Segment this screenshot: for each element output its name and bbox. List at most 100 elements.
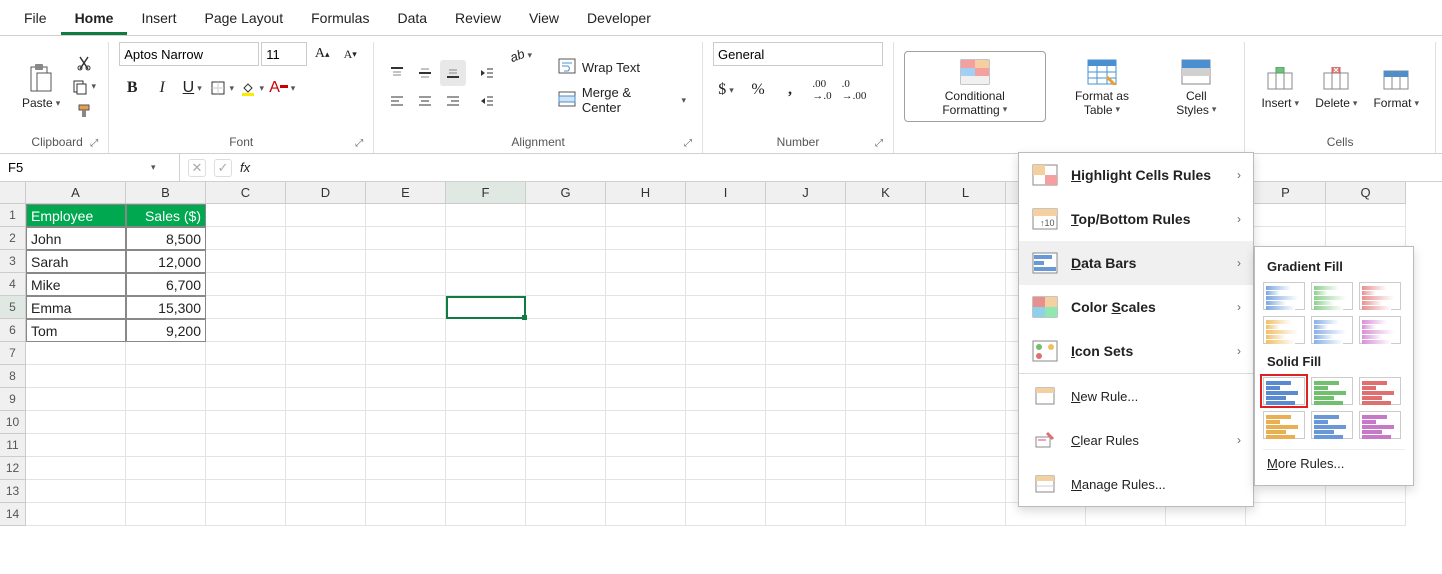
cell-F12[interactable] xyxy=(446,457,526,480)
cf-top-bottom-rules[interactable]: ↑10 Top/Bottom Rules › xyxy=(1019,197,1253,241)
cell-A8[interactable] xyxy=(26,365,126,388)
cell-P1[interactable] xyxy=(1246,204,1326,227)
cell-C13[interactable] xyxy=(206,480,286,503)
cf-new-rule[interactable]: New Rule... xyxy=(1019,374,1253,418)
cell-C1[interactable] xyxy=(206,204,286,227)
cell-J13[interactable] xyxy=(766,480,846,503)
cell-K2[interactable] xyxy=(846,227,926,250)
row-header-2[interactable]: 2 xyxy=(0,227,26,250)
cell-A2[interactable]: John xyxy=(26,227,126,250)
cell-D3[interactable] xyxy=(286,250,366,273)
cell-J14[interactable] xyxy=(766,503,846,526)
cf-color-scales[interactable]: Color Scales › xyxy=(1019,285,1253,329)
cell-J6[interactable] xyxy=(766,319,846,342)
conditional-formatting-button[interactable]: Conditional Formatting▾ xyxy=(904,51,1046,121)
cell-B11[interactable] xyxy=(126,434,206,457)
cell-D13[interactable] xyxy=(286,480,366,503)
cell-D7[interactable] xyxy=(286,342,366,365)
cell-I6[interactable] xyxy=(686,319,766,342)
cell-C3[interactable] xyxy=(206,250,286,273)
cell-A3[interactable]: Sarah xyxy=(26,250,126,273)
row-header-13[interactable]: 13 xyxy=(0,480,26,503)
col-header-Q[interactable]: Q xyxy=(1326,182,1406,204)
row-header-5[interactable]: 5 xyxy=(0,296,26,319)
decrease-decimal-button[interactable]: .0→.00 xyxy=(841,78,867,102)
cell-E12[interactable] xyxy=(366,457,446,480)
col-header-F[interactable]: F xyxy=(446,182,526,204)
cell-E13[interactable] xyxy=(366,480,446,503)
increase-font-button[interactable]: A▴ xyxy=(309,42,335,66)
data-bar-swatch[interactable] xyxy=(1359,316,1401,344)
cell-H12[interactable] xyxy=(606,457,686,480)
cell-H9[interactable] xyxy=(606,388,686,411)
tab-developer[interactable]: Developer xyxy=(573,4,665,35)
cell-K7[interactable] xyxy=(846,342,926,365)
cell-F5[interactable] xyxy=(446,296,526,319)
cell-I13[interactable] xyxy=(686,480,766,503)
cell-I4[interactable] xyxy=(686,273,766,296)
cell-E2[interactable] xyxy=(366,227,446,250)
cell-L8[interactable] xyxy=(926,365,1006,388)
cell-D14[interactable] xyxy=(286,503,366,526)
cell-F7[interactable] xyxy=(446,342,526,365)
cell-B13[interactable] xyxy=(126,480,206,503)
cell-K6[interactable] xyxy=(846,319,926,342)
cancel-formula-button[interactable]: ✕ xyxy=(188,159,206,177)
tab-file[interactable]: File xyxy=(10,4,61,35)
font-size-select[interactable] xyxy=(261,42,307,66)
col-header-I[interactable]: I xyxy=(686,182,766,204)
cell-B1[interactable]: Sales ($) xyxy=(126,204,206,227)
row-header-8[interactable]: 8 xyxy=(0,365,26,388)
decrease-font-button[interactable]: A▾ xyxy=(337,42,363,66)
wrap-text-button[interactable]: Wrap Text xyxy=(552,56,692,79)
percent-button[interactable]: % xyxy=(745,78,771,102)
cell-E14[interactable] xyxy=(366,503,446,526)
cell-styles-button[interactable]: Cell Styles▾ xyxy=(1158,52,1234,120)
format-painter-button[interactable] xyxy=(70,100,98,122)
row-header-7[interactable]: 7 xyxy=(0,342,26,365)
cell-B8[interactable] xyxy=(126,365,206,388)
col-header-H[interactable]: H xyxy=(606,182,686,204)
cell-L2[interactable] xyxy=(926,227,1006,250)
increase-decimal-button[interactable]: .00→.0 xyxy=(809,78,835,102)
cell-I7[interactable] xyxy=(686,342,766,365)
tab-home[interactable]: Home xyxy=(61,4,128,35)
cell-A10[interactable] xyxy=(26,411,126,434)
cell-J7[interactable] xyxy=(766,342,846,365)
cell-J10[interactable] xyxy=(766,411,846,434)
increase-indent-button[interactable] xyxy=(474,88,500,114)
cell-H13[interactable] xyxy=(606,480,686,503)
cell-E3[interactable] xyxy=(366,250,446,273)
data-bar-swatch[interactable] xyxy=(1359,411,1401,439)
cell-F1[interactable] xyxy=(446,204,526,227)
tab-page-layout[interactable]: Page Layout xyxy=(190,4,297,35)
cell-J11[interactable] xyxy=(766,434,846,457)
align-left-button[interactable] xyxy=(384,88,410,114)
col-header-B[interactable]: B xyxy=(126,182,206,204)
cell-L5[interactable] xyxy=(926,296,1006,319)
formula-input[interactable] xyxy=(258,160,1434,175)
cell-L14[interactable] xyxy=(926,503,1006,526)
cell-C4[interactable] xyxy=(206,273,286,296)
cell-Q1[interactable] xyxy=(1326,204,1406,227)
cell-E4[interactable] xyxy=(366,273,446,296)
cell-C12[interactable] xyxy=(206,457,286,480)
cell-H4[interactable] xyxy=(606,273,686,296)
cell-E7[interactable] xyxy=(366,342,446,365)
tab-data[interactable]: Data xyxy=(383,4,441,35)
cell-F13[interactable] xyxy=(446,480,526,503)
cell-K4[interactable] xyxy=(846,273,926,296)
col-header-D[interactable]: D xyxy=(286,182,366,204)
cell-L10[interactable] xyxy=(926,411,1006,434)
cell-K11[interactable] xyxy=(846,434,926,457)
cell-H10[interactable] xyxy=(606,411,686,434)
cell-B14[interactable] xyxy=(126,503,206,526)
cell-D2[interactable] xyxy=(286,227,366,250)
cell-L1[interactable] xyxy=(926,204,1006,227)
cell-E5[interactable] xyxy=(366,296,446,319)
cell-H11[interactable] xyxy=(606,434,686,457)
cell-K9[interactable] xyxy=(846,388,926,411)
cell-F4[interactable] xyxy=(446,273,526,296)
format-as-table-button[interactable]: Format as Table▾ xyxy=(1050,52,1155,120)
cell-F8[interactable] xyxy=(446,365,526,388)
